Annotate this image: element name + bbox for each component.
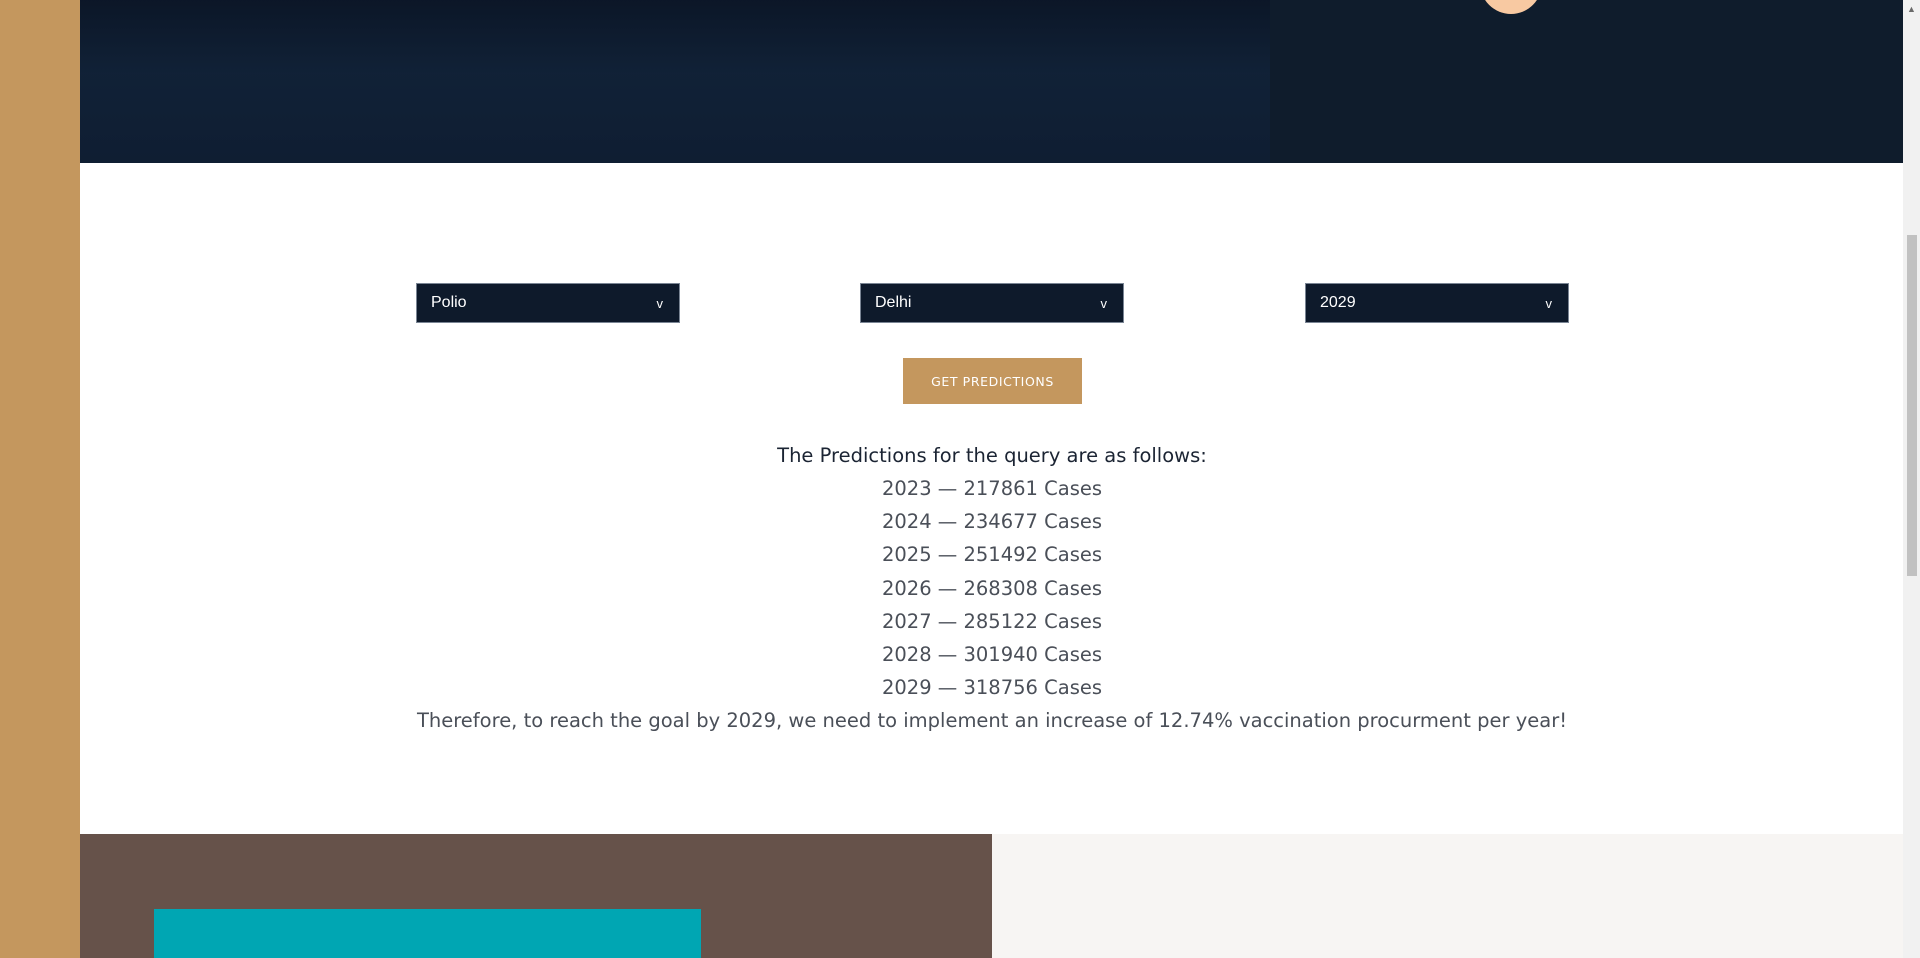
disease-select-value: Polio [431,294,467,311]
prediction-line: 2026 — 268308 Cases [881,576,1103,600]
footer-teal-block [154,909,701,958]
hero-banner [80,0,1903,163]
scroll-up-arrow-icon[interactable]: ▲ [1903,0,1920,17]
hero-right-panel [1270,0,1903,163]
year-select-value: 2029 [1320,294,1356,311]
region-select[interactable]: Delhi v [860,283,1124,323]
page-viewport: Polio v Delhi v 2029 v GET PREDICTIONS T… [0,0,1920,958]
prediction-line: 2027 — 285122 Cases [881,609,1103,633]
hero-background-image [80,0,1270,163]
region-select-value: Delhi [875,294,912,311]
chevron-down-icon: v [656,295,664,311]
predictions-result: The Predictions for the query are as fol… [0,440,1920,737]
chevron-down-icon: v [1545,295,1553,311]
footer-light-panel [992,834,1903,958]
prediction-line: 2029 — 318756 Cases [881,676,1103,700]
get-predictions-button[interactable]: GET PREDICTIONS [903,358,1082,404]
vertical-scrollbar[interactable]: ▲ [1903,0,1920,958]
year-select[interactable]: 2029 v [1305,283,1569,323]
prediction-conclusion: Therefore, to reach the goal by 2029, we… [416,709,1568,733]
prediction-line: 2024 — 234677 Cases [881,510,1103,534]
disease-select[interactable]: Polio v [416,283,680,323]
prediction-line: 2025 — 251492 Cases [881,543,1103,567]
prediction-query-form: Polio v Delhi v 2029 v [0,283,1920,323]
predictions-heading: The Predictions for the query are as fol… [777,444,1207,467]
prediction-line: 2023 — 217861 Cases [881,477,1103,500]
scrollbar-thumb[interactable] [1907,235,1917,576]
prediction-line: 2028 — 301940 Cases [881,642,1103,666]
chevron-down-icon: v [1100,295,1108,311]
